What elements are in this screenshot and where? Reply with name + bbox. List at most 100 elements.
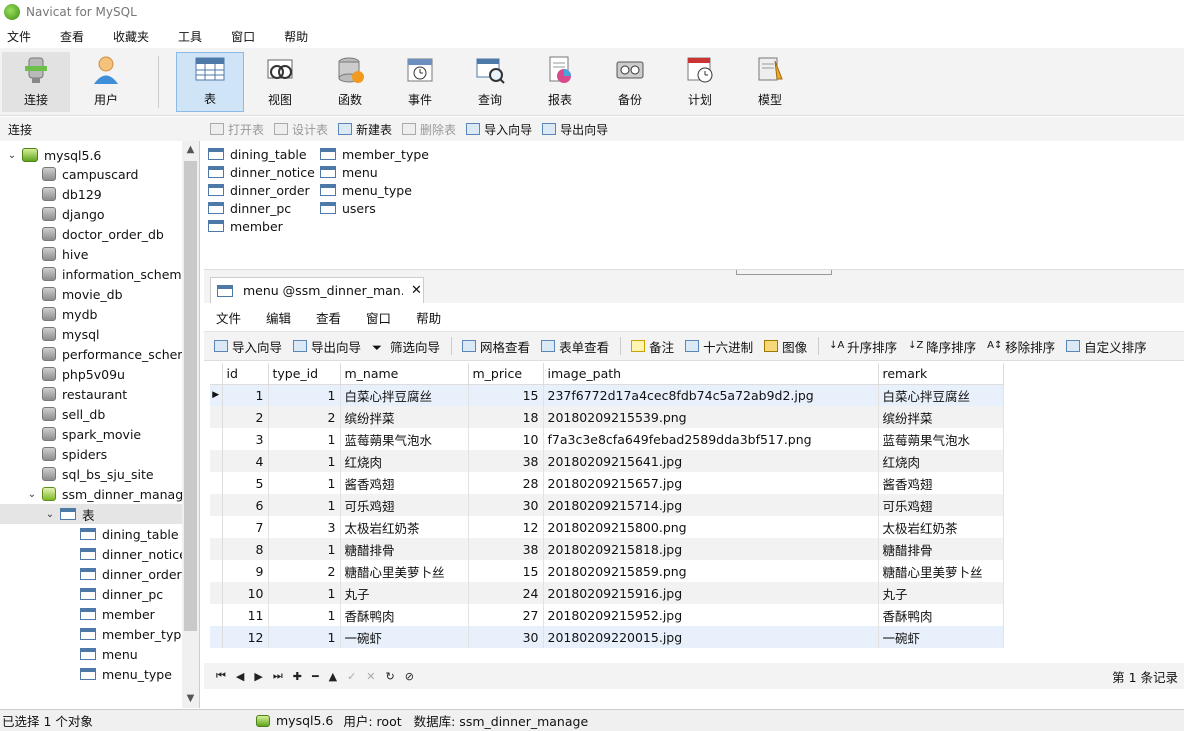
delete-table-button[interactable]: 删除表 [402, 121, 456, 138]
object-dinner-order[interactable]: dinner_order [208, 181, 310, 199]
menu-view[interactable]: 查看 [53, 28, 94, 45]
column-header-m-price[interactable]: m_price [468, 363, 544, 385]
cell-type-id[interactable]: 1 [268, 450, 341, 472]
toolbar-user-button[interactable]: 用户 [72, 52, 140, 112]
cell-image-path[interactable]: f7a3c3e8cfa649febad2589dda3bf517.png [543, 428, 879, 450]
cell-type-id[interactable]: 1 [268, 604, 341, 626]
menu-file[interactable]: 文件 [0, 28, 41, 45]
table-menu-file[interactable]: 文件 [216, 308, 241, 327]
add-record-icon[interactable]: ✚ [293, 670, 302, 683]
cell-image-path[interactable]: 20180209220015.jpg [543, 626, 879, 648]
cell-image-path[interactable]: 20180209215818.jpg [543, 538, 879, 560]
table-row[interactable]: 11 1 香酥鸭肉 27 20180209215952.jpg 香酥鸭肉 [210, 604, 1004, 626]
table-row[interactable]: 5 1 酱香鸡翅 28 20180209215657.jpg 酱香鸡翅 [210, 472, 1004, 494]
sort-descending-button[interactable]: ↓Z 降序排序 [908, 337, 976, 356]
filter-wizard-button[interactable]: ⏷ 筛选向导 [372, 337, 440, 356]
tree-table-dinner-notice[interactable]: dinner_notice [80, 544, 187, 564]
tree-table-menu[interactable]: menu [80, 644, 138, 664]
column-header-remark[interactable]: remark [878, 363, 1004, 385]
cell-type-id[interactable]: 2 [268, 560, 341, 582]
toolbar-table-button[interactable]: 表 [176, 52, 244, 112]
cell-remark[interactable]: 缤纷拌菜 [878, 406, 1004, 428]
tree-db-restaurant[interactable]: restaurant [42, 384, 127, 404]
table-row[interactable]: 2 2 缤纷拌菜 18 20180209215539.png 缤纷拌菜 [210, 406, 1004, 428]
cell-remark[interactable]: 糖醋心里美萝卜丝 [878, 560, 1004, 582]
cell-m-name[interactable]: 糖醋心里美萝卜丝 [340, 560, 469, 582]
toolbar-backup-button[interactable]: 备份 [596, 52, 664, 112]
cell-m-name[interactable]: 太极岩红奶茶 [340, 516, 469, 538]
cell-type-id[interactable]: 1 [268, 494, 341, 516]
cell-type-id[interactable]: 1 [268, 626, 341, 648]
cell-image-path[interactable]: 20180209215539.png [543, 406, 879, 428]
cell-remark[interactable]: 可乐鸡翅 [878, 494, 1004, 516]
tree-db-spiders[interactable]: spiders [42, 444, 107, 464]
import-wizard-button[interactable]: 导入向导 [466, 121, 532, 138]
cell-remark[interactable]: 酱香鸡翅 [878, 472, 1004, 494]
object-dinner-pc[interactable]: dinner_pc [208, 199, 291, 217]
previous-record-icon[interactable]: ◀ [236, 670, 244, 683]
delete-record-icon[interactable]: ━ [312, 670, 319, 683]
cell-m-name[interactable]: 红烧肉 [340, 450, 469, 472]
menu-help[interactable]: 帮助 [277, 28, 318, 45]
toolbar-schedule-button[interactable]: 计划 [666, 52, 734, 112]
column-header-type-id[interactable]: type_id [268, 363, 341, 385]
cell-id[interactable]: 12 [222, 626, 269, 648]
object-dining-table[interactable]: dining_table [208, 145, 307, 163]
collapse-chevron-icon[interactable]: ⌄ [6, 150, 18, 161]
table-row[interactable]: 3 1 蓝莓蒴果气泡水 10 f7a3c3e8cfa649febad2589dd… [210, 428, 1004, 450]
edit-record-icon[interactable]: ▲ [329, 670, 337, 683]
tree-table-dinner-order[interactable]: dinner_order [80, 564, 182, 584]
tree-db-mydb[interactable]: mydb [42, 304, 97, 324]
menu-window[interactable]: 窗口 [224, 28, 265, 45]
tree-db-db129[interactable]: db129 [42, 184, 102, 204]
toolbar-view-button[interactable]: 视图 [246, 52, 314, 112]
custom-sort-button[interactable]: 自定义排序 [1066, 337, 1147, 356]
cell-m-name[interactable]: 糖醋排骨 [340, 538, 469, 560]
toolbar-function-button[interactable]: 函数 [316, 52, 384, 112]
grid-view-button[interactable]: 网格查看 [462, 337, 530, 356]
tree-db-django[interactable]: django [42, 204, 105, 224]
table-row[interactable]: 10 1 丸子 24 20180209215916.jpg 丸子 [210, 582, 1004, 604]
object-dinner-notice[interactable]: dinner_notice [208, 163, 315, 181]
sidebar-scrollbar[interactable]: ▲ ▼ [182, 141, 199, 708]
cell-m-price[interactable]: 38 [468, 450, 544, 472]
cell-m-name[interactable]: 白菜心拌豆腐丝 [340, 384, 469, 406]
sort-ascending-button[interactable]: ↓A 升序排序 [829, 337, 897, 356]
cell-m-name[interactable]: 一碗虾 [340, 626, 469, 648]
image-button[interactable]: 图像 [764, 337, 807, 356]
tab-menu-table[interactable]: menu @ssm_dinner_man... ✕ [210, 277, 424, 303]
cell-id[interactable]: 8 [222, 538, 269, 560]
cell-id[interactable]: 9 [222, 560, 269, 582]
cell-m-price[interactable]: 24 [468, 582, 544, 604]
table-row[interactable]: 6 1 可乐鸡翅 30 20180209215714.jpg 可乐鸡翅 [210, 494, 1004, 516]
tree-db-php5v09u[interactable]: php5v09u [42, 364, 125, 384]
cell-m-name[interactable]: 酱香鸡翅 [340, 472, 469, 494]
tree-table-member[interactable]: member [80, 604, 155, 624]
column-header-m-name[interactable]: m_name [340, 363, 469, 385]
table-row[interactable]: 7 3 太极岩红奶茶 12 20180209215800.png 太极岩红奶茶 [210, 516, 1004, 538]
tree-table-dinner-pc[interactable]: dinner_pc [80, 584, 163, 604]
apply-changes-icon[interactable]: ✓ [347, 670, 356, 683]
table-menu-help[interactable]: 帮助 [416, 308, 441, 327]
table-row[interactable]: 9 2 糖醋心里美萝卜丝 15 20180209215859.png 糖醋心里美… [210, 560, 1004, 582]
next-record-icon[interactable]: ▶ [254, 670, 262, 683]
export-wizard-button[interactable]: 导出向导 [542, 121, 608, 138]
tree-db-campuscard[interactable]: campuscard [42, 164, 138, 184]
grid-import-wizard-button[interactable]: 导入向导 [214, 337, 282, 356]
new-table-button[interactable]: 新建表 [338, 121, 392, 138]
object-menu[interactable]: menu [320, 163, 378, 181]
table-menu-edit[interactable]: 编辑 [266, 308, 291, 327]
cell-id[interactable]: 1 [222, 384, 269, 406]
tree-db-doctor-order-db[interactable]: doctor_order_db [42, 224, 164, 244]
object-member-type[interactable]: member_type [320, 145, 429, 163]
design-table-button[interactable]: 设计表 [274, 121, 328, 138]
cell-m-price[interactable]: 38 [468, 538, 544, 560]
cell-image-path[interactable]: 20180209215952.jpg [543, 604, 879, 626]
cell-id[interactable]: 7 [222, 516, 269, 538]
object-menu-type[interactable]: menu_type [320, 181, 412, 199]
cell-image-path[interactable]: 20180209215657.jpg [543, 472, 879, 494]
cell-type-id[interactable]: 3 [268, 516, 341, 538]
object-member[interactable]: member [208, 217, 283, 235]
cell-image-path[interactable]: 20180209215714.jpg [543, 494, 879, 516]
cell-id[interactable]: 10 [222, 582, 269, 604]
